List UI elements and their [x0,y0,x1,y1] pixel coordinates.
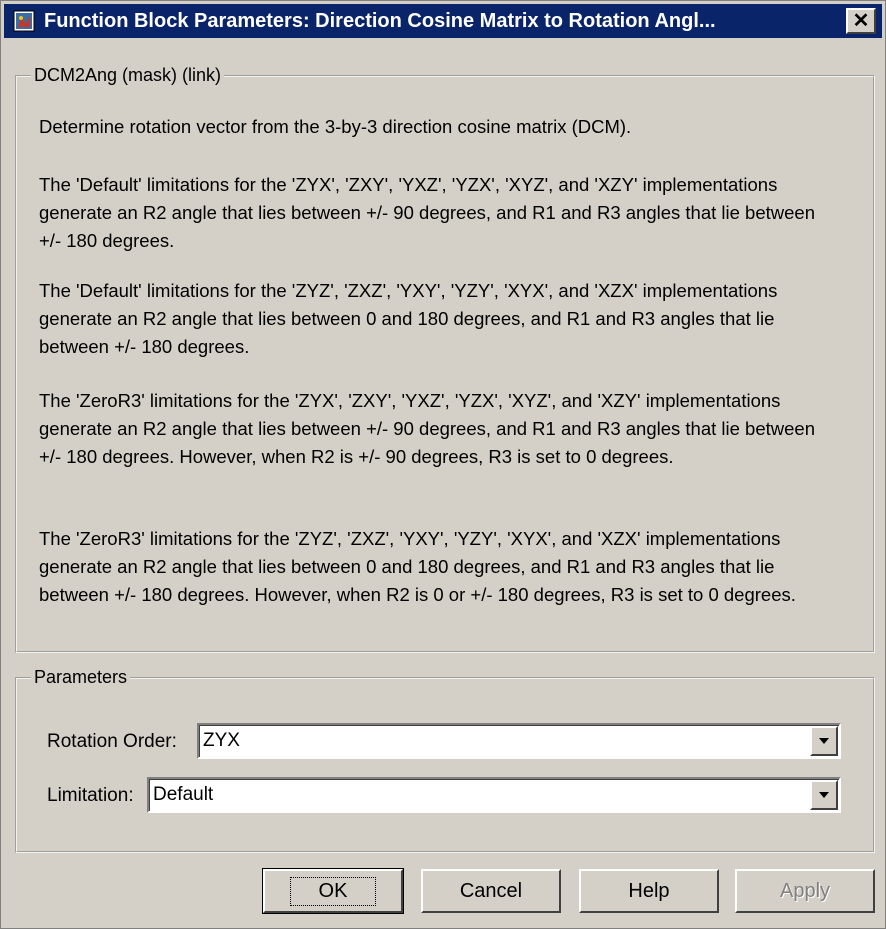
description-paragraph: The 'ZeroR3' limitations for the 'ZYX', … [39,390,815,467]
rotation-order-dropdown-button[interactable] [810,726,838,756]
apply-button-label: Apply [779,879,831,902]
parameters-legend: Parameters [34,667,128,687]
limitation-dropdown-button[interactable] [810,780,838,810]
apply-button[interactable]: Apply [735,869,875,913]
cancel-button-label: Cancel [459,879,523,902]
window-title: Function Block Parameters: Direction Cos… [44,9,716,32]
parameters-group: Parameters [15,667,875,853]
description-legend: DCM2Ang (mask) (link) [34,65,222,85]
description-paragraph: The 'Default' limitations for the 'ZYZ',… [39,280,778,357]
chevron-down-icon [819,792,829,798]
close-button[interactable]: ✕ [846,8,876,34]
cancel-button[interactable]: Cancel [421,869,561,913]
description-text: The 'Default' limitations for the 'ZYX',… [39,171,839,255]
description-paragraph: The 'Default' limitations for the 'ZYX',… [39,174,815,251]
description-text: The 'ZeroR3' limitations for the 'ZYZ', … [39,525,839,609]
description-text: The 'ZeroR3' limitations for the 'ZYX', … [39,387,839,471]
chevron-down-icon [819,738,829,744]
description-paragraph: The 'ZeroR3' limitations for the 'ZYZ', … [39,528,796,605]
rotation-order-select[interactable]: ZYX [197,723,841,759]
help-button-label: Help [628,879,670,902]
description-paragraph: Determine rotation vector from the 3-by-… [39,116,632,137]
simulink-block-icon [12,9,36,33]
rotation-order-label: Rotation Order: [47,731,177,752]
dialog-window: Function Block Parameters: Direction Cos… [0,0,886,929]
description-text: The 'Default' limitations for the 'ZYZ',… [39,277,839,361]
close-icon: ✕ [852,10,870,32]
limitation-select[interactable]: Default [147,777,841,813]
title-bar[interactable]: Function Block Parameters: Direction Cos… [4,4,882,38]
ok-button[interactable]: OK [262,868,404,914]
limitation-label: Limitation: [47,785,134,806]
rotation-order-value: ZYX [203,730,240,751]
ok-button-label: OK [289,876,377,906]
limitation-value: Default [153,784,214,805]
description-text: Determine rotation vector from the 3-by-… [39,113,839,141]
help-button[interactable]: Help [579,869,719,913]
